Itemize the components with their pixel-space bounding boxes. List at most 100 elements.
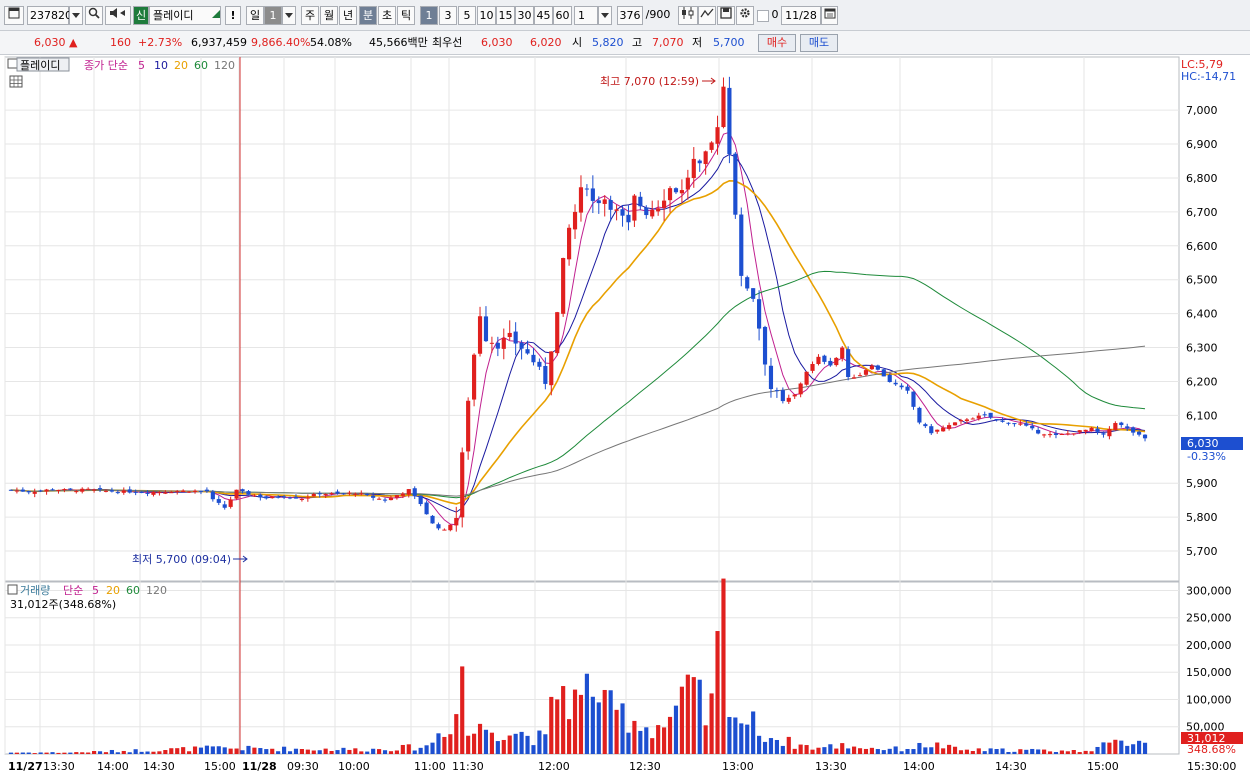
volume-bar — [887, 748, 892, 754]
period-day-dropdown[interactable] — [282, 6, 296, 25]
calendar-button[interactable] — [821, 6, 838, 25]
volume-bar — [139, 751, 144, 754]
period-week-tab[interactable]: 주 — [301, 6, 319, 25]
window-menu-icon[interactable] — [4, 6, 24, 25]
volume-value: 6,937,459 — [191, 36, 247, 49]
minute-1-button[interactable]: 1 — [420, 6, 438, 25]
candle-type-button[interactable] — [678, 6, 698, 25]
line-type-button[interactable] — [698, 6, 716, 25]
price-panel-name: 플레이디 — [20, 59, 60, 72]
option-checkbox-label: 0 — [771, 8, 779, 21]
candle-body — [988, 412, 993, 418]
minute-15-button[interactable]: 15 — [496, 6, 515, 25]
candle-body — [507, 332, 512, 338]
search-button[interactable] — [85, 6, 103, 25]
candle-body — [92, 489, 97, 491]
vma60-legend: 60 — [126, 584, 140, 597]
save-button[interactable] — [717, 6, 735, 25]
minute-45-button[interactable]: 45 — [534, 6, 553, 25]
candle-body — [804, 371, 809, 385]
candle-body — [1131, 427, 1136, 433]
stock-tag-badge: 신 — [133, 6, 149, 25]
minute-3-button[interactable]: 3 — [439, 6, 457, 25]
panel-toggle-icon[interactable] — [7, 58, 18, 69]
candle-body — [109, 490, 114, 492]
candle-body — [68, 488, 73, 490]
candle-body — [80, 488, 85, 492]
volume-bar — [881, 750, 886, 754]
candle-body — [139, 491, 144, 494]
candle-body — [881, 369, 886, 377]
candle-body — [1047, 434, 1053, 436]
volume-bar — [1024, 749, 1029, 754]
volume-bar — [353, 748, 358, 754]
volume-bar — [970, 751, 975, 754]
candle-body — [74, 491, 79, 493]
volume-bar — [1053, 752, 1059, 754]
volume-panel-toggle-icon[interactable] — [7, 584, 18, 595]
candle-body — [359, 493, 364, 495]
candle-body — [774, 390, 779, 392]
candle-body — [270, 496, 275, 499]
period-minute-tab[interactable]: 분 — [359, 6, 377, 25]
period-tick-tab[interactable]: 틱 — [397, 6, 415, 25]
volume-bar — [240, 750, 245, 754]
volume-y-tick-label: 150,000 — [1186, 666, 1232, 679]
volume-y-tick-label: 250,000 — [1186, 612, 1232, 625]
candle-body — [228, 499, 233, 507]
candle-body — [127, 489, 132, 493]
settings-button[interactable] — [736, 6, 754, 25]
candle-body — [555, 312, 560, 354]
candle-body — [377, 498, 382, 500]
volume-ratio: 9,866.40% — [251, 36, 311, 49]
date-input[interactable]: 11/28 — [781, 6, 821, 25]
stock-code-input[interactable]: 237820 — [27, 6, 72, 25]
alert-button[interactable]: ! — [225, 6, 241, 25]
time-axis-label: 13:30 — [815, 760, 847, 773]
candle-body — [822, 355, 827, 362]
candle-body — [935, 429, 940, 432]
volume-bar — [572, 689, 578, 754]
table-view-icon[interactable] — [9, 75, 23, 88]
stock-code-dropdown[interactable] — [69, 6, 83, 25]
minute-10-button[interactable]: 10 — [477, 6, 496, 25]
interval-dropdown[interactable] — [598, 6, 612, 25]
volume-bar — [282, 746, 287, 754]
volume-bar — [210, 746, 215, 754]
period-second-tab[interactable]: 초 — [378, 6, 396, 25]
period-year-tab[interactable]: 년 — [339, 6, 357, 25]
time-axis-label: 13:00 — [722, 760, 754, 773]
time-axis-label: 10:00 — [338, 760, 370, 773]
volume-bar — [86, 752, 91, 754]
minute-60-button[interactable]: 60 — [553, 6, 572, 25]
time-axis-label: 11:00 — [414, 760, 446, 773]
time-axis-label: 15:00 — [1087, 760, 1119, 773]
candle-body — [305, 497, 310, 499]
volume-bar — [1101, 742, 1106, 754]
ma60-legend: 60 — [194, 59, 208, 72]
speaker-icon — [110, 8, 125, 18]
candle-body — [157, 492, 162, 494]
option-checkbox[interactable] — [757, 10, 769, 22]
minute-30-button[interactable]: 30 — [515, 6, 534, 25]
price-volume-chart[interactable]: 7,000 6,900 6,800 6,700 6,600 6,500 6,400 6,300… — [0, 56, 1250, 775]
low-price: 5,700 — [713, 36, 745, 49]
period-day-tab[interactable]: 일 — [246, 6, 264, 25]
sell-button[interactable]: 매도 — [800, 34, 838, 52]
bar-count-input[interactable]: 376 — [617, 6, 643, 25]
stock-name-dropdown[interactable] — [211, 6, 221, 25]
volume-bar — [875, 749, 880, 754]
volume-bar — [561, 686, 566, 754]
candle-body — [1053, 433, 1059, 435]
high-price: 7,070 — [652, 36, 684, 49]
chart-area[interactable]: 7,000 6,900 6,800 6,700 6,600 6,500 6,400 6,300… — [0, 56, 1250, 775]
interval-input[interactable]: 1 — [574, 6, 598, 25]
minute-5-button[interactable]: 5 — [458, 6, 476, 25]
period-month-tab[interactable]: 월 — [320, 6, 338, 25]
volume-bar — [626, 732, 631, 754]
period-day-count[interactable]: 1 — [264, 6, 282, 25]
buy-button[interactable]: 매수 — [758, 34, 796, 52]
volume-bar — [531, 745, 536, 754]
candle-body — [258, 494, 263, 498]
sound-button[interactable] — [105, 6, 131, 25]
